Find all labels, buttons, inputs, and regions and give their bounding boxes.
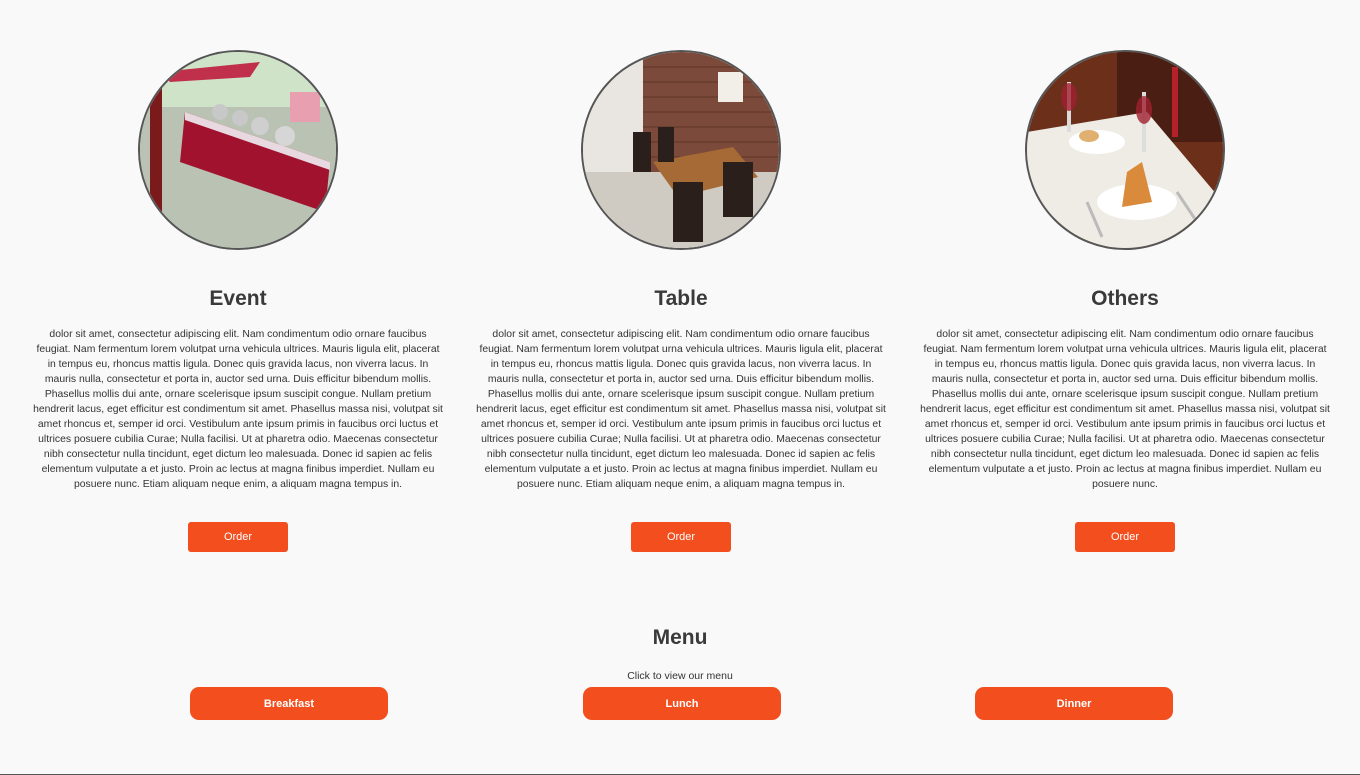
card-title: Event bbox=[209, 287, 267, 310]
order-button-table[interactable]: Order bbox=[631, 522, 731, 552]
card-description: dolor sit amet, consectetur adipiscing e… bbox=[33, 329, 443, 490]
dinner-button[interactable]: Dinner bbox=[975, 687, 1173, 720]
breakfast-button[interactable]: Breakfast bbox=[190, 687, 388, 720]
page: Event dolor sit amet, consectetur adipis… bbox=[0, 0, 1360, 775]
order-button-others[interactable]: Order bbox=[1075, 522, 1175, 552]
card-event: Event dolor sit amet, consectetur adipis… bbox=[28, 50, 448, 552]
card-table: Table dolor sit amet, consectetur adipis… bbox=[471, 50, 891, 552]
table-photo bbox=[581, 50, 781, 250]
card-title: Others bbox=[1091, 287, 1159, 310]
card-description: dolor sit amet, consectetur adipiscing e… bbox=[476, 329, 886, 490]
card-description: dolor sit amet, consectetur adipiscing e… bbox=[920, 329, 1330, 490]
lunch-button[interactable]: Lunch bbox=[583, 687, 781, 720]
order-button-event[interactable]: Order bbox=[188, 522, 288, 552]
menu-title: Menu bbox=[652, 626, 708, 649]
card-title: Table bbox=[654, 287, 708, 310]
event-photo bbox=[138, 50, 338, 250]
menu-subtitle: Click to view our menu bbox=[627, 670, 733, 682]
card-others: Others dolor sit amet, consectetur adipi… bbox=[915, 50, 1335, 552]
others-photo bbox=[1025, 50, 1225, 250]
